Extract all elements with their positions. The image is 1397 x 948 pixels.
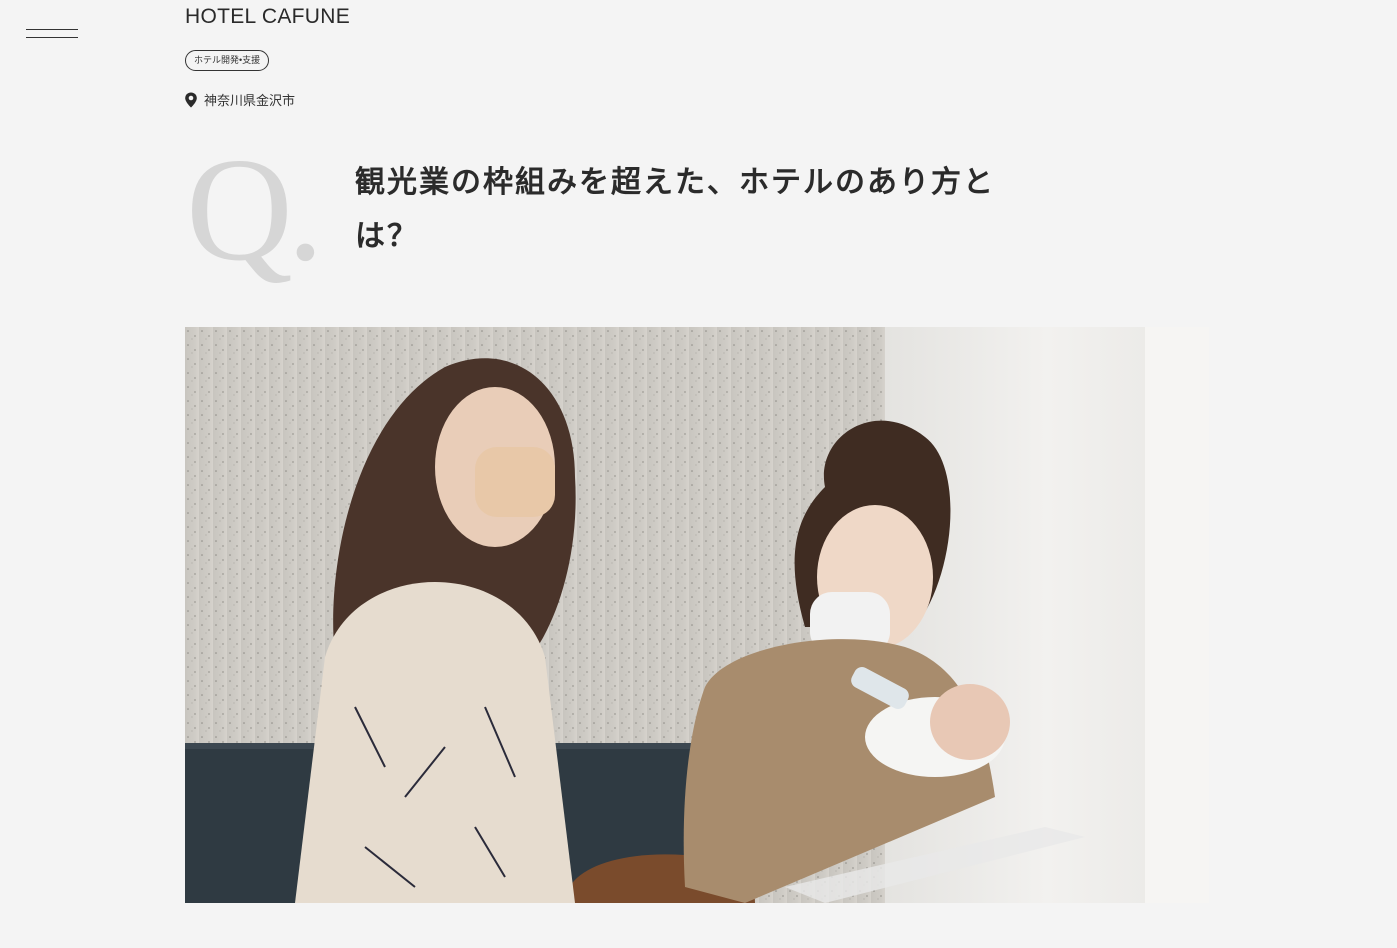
question-mark-decoration: Q. xyxy=(186,128,324,292)
hotel-name-title: HOTEL CAFUNE xyxy=(185,5,351,28)
question-line-2: は？ xyxy=(355,219,419,254)
hamburger-menu-icon xyxy=(26,29,78,30)
hamburger-menu-button[interactable] xyxy=(24,24,80,44)
location-text: 神奈川県金沢市 xyxy=(204,93,296,108)
hamburger-menu-icon-line xyxy=(26,37,78,38)
map-pin-icon xyxy=(184,92,198,108)
question-line-1: 観光業の枠組みを超えた、ホテルのあり方と xyxy=(355,165,995,200)
page: HOTEL CAFUNE ホテル開発•支援 神奈川県金沢市 Q. 観光業の枠組み… xyxy=(0,0,1397,948)
location: 神奈川県金沢市 xyxy=(184,90,295,109)
question-heading: 観光業の枠組みを超えた、ホテルのあり方と は？ xyxy=(355,156,995,264)
category-tag[interactable]: ホテル開発•支援 xyxy=(185,50,270,71)
hero-photo xyxy=(185,327,1209,903)
